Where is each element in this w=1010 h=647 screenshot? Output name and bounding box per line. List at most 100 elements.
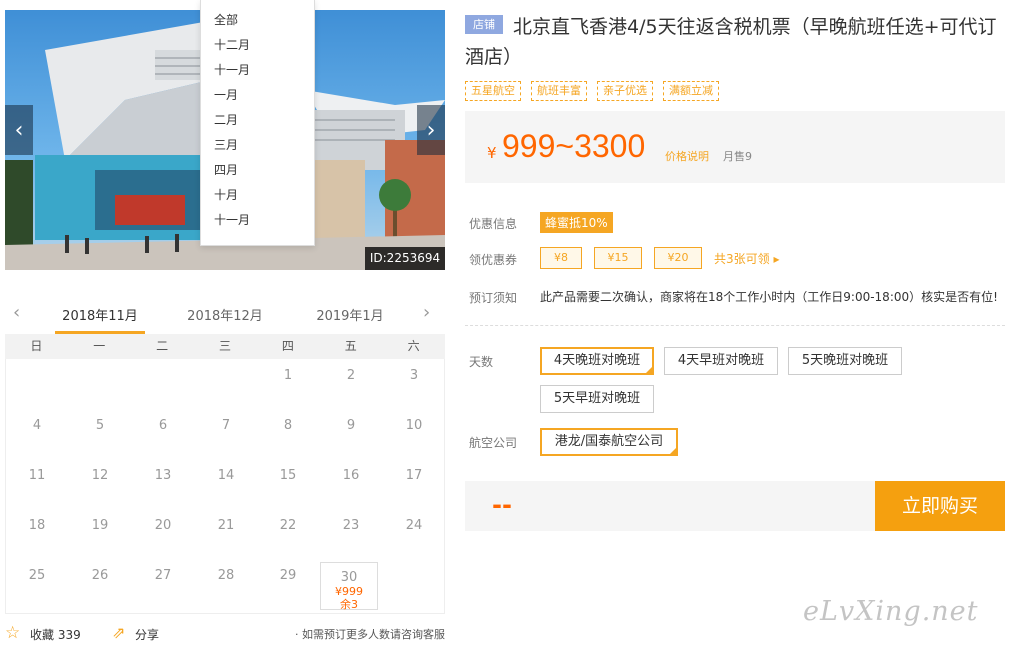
total-price: --	[492, 491, 512, 519]
coupon-label: 领优惠券	[469, 253, 518, 267]
favorite-label: 收藏	[30, 628, 55, 642]
promo-badge: 蜂蜜抵10%	[540, 212, 613, 233]
calendar-day[interactable]: 16	[320, 459, 382, 509]
calendar-day[interactable]: 24	[383, 509, 445, 559]
star-icon[interactable]: ☆	[5, 624, 20, 642]
calendar-day[interactable]: 10	[383, 409, 445, 459]
coupon-more-link[interactable]: 共3张可领 ▸	[714, 250, 779, 267]
weekday-label: 四	[281, 339, 294, 353]
favorite-count: 339	[57, 628, 81, 642]
weekday-label: 五	[344, 339, 357, 353]
gallery-next-button[interactable]: ›	[417, 105, 445, 155]
price-range: 999~3300	[502, 128, 646, 164]
calendar-day-number: 30	[340, 570, 358, 585]
calendar-day[interactable]: 5	[69, 409, 131, 459]
calendar-prev-icon[interactable]: ‹	[13, 302, 20, 323]
option-days-3[interactable]: 5天晚班对晚班	[788, 347, 902, 375]
share-icon[interactable]: ⇗	[112, 624, 125, 642]
notice-label: 预订须知	[469, 291, 518, 305]
calendar-day[interactable]: 19	[69, 509, 131, 559]
option-days-2[interactable]: 4天早班对晚班	[664, 347, 778, 375]
days-label: 天数	[469, 355, 494, 369]
favorite-button[interactable]: 收藏 339	[30, 626, 81, 643]
action-bar: ☆ 收藏 339 ⇗ 分享 · 如需预订更多人数请咨询客服	[5, 624, 445, 644]
calendar-day[interactable]: 1	[257, 359, 319, 409]
consult-note: · 如需预订更多人数请咨询客服	[295, 628, 445, 641]
calendar-day-stock: 余3	[340, 598, 358, 611]
tab-month-1[interactable]: 2018年11月	[55, 305, 145, 324]
tab-month-3[interactable]: 2019年1月	[305, 305, 395, 324]
month-option[interactable]: 四月	[201, 158, 314, 183]
calendar-day[interactable]: 28	[195, 559, 257, 609]
tab-month-2[interactable]: 2018年12月	[180, 305, 270, 324]
weekday-label: 六	[407, 339, 420, 353]
month-option[interactable]: 十一月	[201, 208, 314, 233]
month-option[interactable]: 全部	[201, 8, 314, 33]
product-tag: 亲子优选	[597, 81, 653, 101]
calendar-day-price: ¥999	[335, 585, 363, 598]
calendar-day[interactable]: 4	[6, 409, 68, 459]
buy-now-button[interactable]: 立即购买	[875, 481, 1005, 531]
calendar-day[interactable]: 20	[132, 509, 194, 559]
weekday-label: 一	[93, 339, 106, 353]
calendar-day[interactable]: 6	[132, 409, 194, 459]
option-label: 4天早班对晚班	[677, 353, 765, 368]
calendar-day[interactable]: 14	[195, 459, 257, 509]
option-days-1[interactable]: 4天晚班对晚班	[540, 347, 654, 375]
product-tags: 五星航空 航班丰富 亲子优选 满额立减	[465, 81, 719, 101]
monthly-sales: 月售9	[723, 150, 752, 163]
chevron-right-icon: ›	[426, 117, 436, 143]
option-airline-1[interactable]: 港龙/国泰航空公司	[540, 428, 678, 456]
calendar-day[interactable]: 26	[69, 559, 131, 609]
coupon-ticket[interactable]: ¥20	[654, 247, 702, 269]
gallery-prev-button[interactable]: ‹	[5, 105, 33, 155]
selected-check-icon	[644, 365, 654, 375]
product-title: 北京直飞香港4/5天往返含税机票（早晚航班任选+可代订酒店）	[465, 16, 997, 68]
month-option[interactable]: 十二月	[201, 33, 314, 58]
option-label: 港龙/国泰航空公司	[554, 434, 664, 449]
product-tag: 航班丰富	[531, 81, 587, 101]
calendar-day[interactable]: 2	[320, 359, 382, 409]
calendar-day[interactable]: 3	[383, 359, 445, 409]
option-label: 5天早班对晚班	[553, 391, 641, 406]
share-button[interactable]: 分享	[135, 626, 159, 643]
booking-notice: 此产品需要二次确认，商家将在18个工作小时内（工作日9:00-18:00）核实是…	[540, 290, 998, 304]
calendar-day[interactable]: 25	[6, 559, 68, 609]
calendar-day[interactable]: 9	[320, 409, 382, 459]
selected-check-icon	[668, 446, 678, 456]
month-option[interactable]: 十月	[201, 183, 314, 208]
product-tag: 满额立减	[663, 81, 719, 101]
calendar-day[interactable]: 21	[195, 509, 257, 559]
calendar-day[interactable]: 27	[132, 559, 194, 609]
option-days-4[interactable]: 5天早班对晚班	[540, 385, 654, 413]
product-id-label: ID:2253694	[365, 247, 445, 270]
calendar-day[interactable]: 22	[257, 509, 319, 559]
calendar-day[interactable]: 8	[257, 409, 319, 459]
product-tag: 五星航空	[465, 81, 521, 101]
calendar-day[interactable]: 13	[132, 459, 194, 509]
calendar-day[interactable]: 18	[6, 509, 68, 559]
calendar-day-selected[interactable]: 30 ¥999 余3	[320, 562, 378, 611]
calendar-weekday-header: 日 一 二 三 四 五 六	[5, 334, 445, 359]
calendar-day[interactable]: 11	[6, 459, 68, 509]
month-option[interactable]: 十一月	[201, 58, 314, 83]
calendar-day[interactable]: 12	[69, 459, 131, 509]
calendar-next-icon[interactable]: ›	[423, 302, 430, 323]
month-option[interactable]: 三月	[201, 133, 314, 158]
currency-symbol: ¥	[487, 144, 497, 162]
price-explanation-link[interactable]: 价格说明	[665, 148, 709, 164]
calendar-day[interactable]: 17	[383, 459, 445, 509]
coupon-ticket[interactable]: ¥15	[594, 247, 642, 269]
calendar-grid: 30 ¥999 余3 1 2 3 4 5 6 7 8 9 10 11 12 13 14 15 16 17 18 19…	[5, 359, 445, 614]
option-label: 5天晚班对晚班	[801, 353, 889, 368]
coupon-ticket[interactable]: ¥8	[540, 247, 582, 269]
calendar-day[interactable]: 23	[320, 509, 382, 559]
option-label: 4天晚班对晚班	[553, 353, 641, 368]
calendar-day[interactable]: 15	[257, 459, 319, 509]
calendar-day[interactable]: 29	[257, 559, 319, 609]
calendar-day[interactable]: 7	[195, 409, 257, 459]
month-option[interactable]: 一月	[201, 83, 314, 108]
month-filter-menu: 全部 十二月 十一月 一月 二月 三月 四月 十月 十一月	[200, 0, 315, 246]
section-divider	[465, 325, 1005, 326]
month-option[interactable]: 二月	[201, 108, 314, 133]
